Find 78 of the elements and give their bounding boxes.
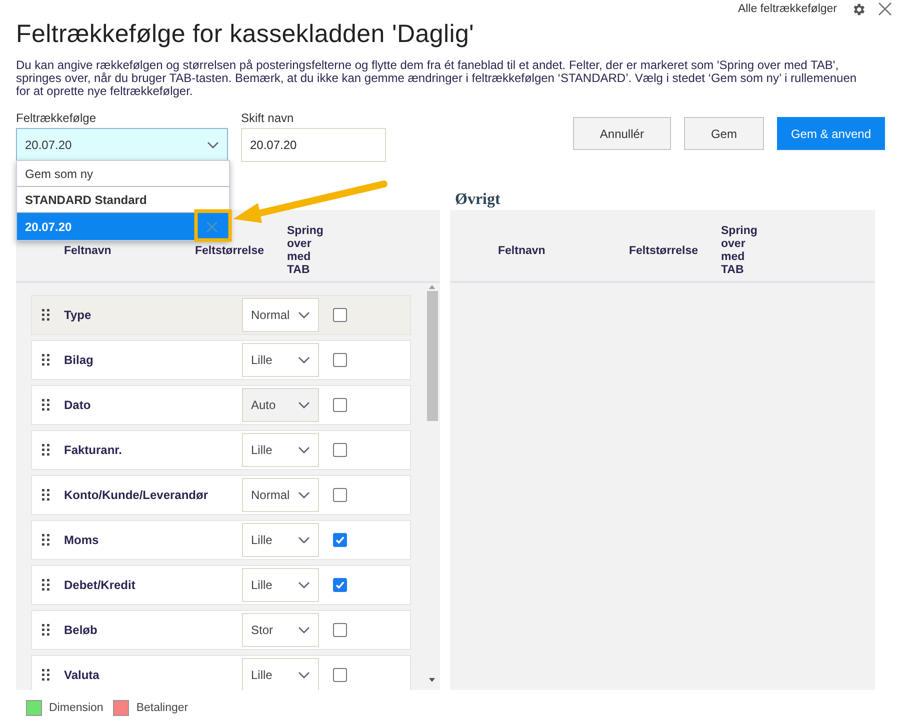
chevron-icon	[298, 446, 310, 454]
column-header: Spring over med TAB	[721, 224, 758, 276]
field-name: Bilag	[64, 353, 94, 367]
skip-tab-checkbox[interactable]	[333, 623, 347, 637]
skip-tab-checkbox[interactable]	[333, 578, 347, 592]
size-dropdown[interactable]: Lille	[242, 523, 319, 557]
settings-icon[interactable]	[851, 2, 866, 16]
chevron-icon	[298, 311, 310, 319]
field-name: Debet/Kredit	[64, 578, 136, 592]
field-row[interactable]: Konto/Kunde/Leverandør Normal	[31, 475, 411, 515]
skip-tab-checkbox[interactable]	[333, 398, 347, 412]
legend-label: Betalinger	[136, 702, 188, 714]
size-dropdown[interactable]: Normal	[242, 298, 319, 332]
column-header: Feltstørrelse	[629, 244, 700, 256]
size-dropdown[interactable]: Lille	[242, 343, 319, 377]
column-header: Feltnavn	[497, 244, 546, 256]
column-header: Feltnavn	[63, 244, 112, 256]
chevron-icon	[298, 401, 310, 409]
field-label: Feltrækkefølge	[16, 111, 98, 125]
size-dropdown[interactable]: Lille	[242, 568, 319, 602]
description-text: Du kan angive rækkefølgen og størrelsen på posteringsfelterne og flytte dem fra ét faneblad til et andet. Felter, der er markeret som 'Spring over med TAB', springes over, når du bruger TAB-tasten. Bemærk, at du ikke kan gemme ændringer i feltrækkefølgen ‘STANDARD’. Vælg i stedet ‘Gem som ny’ i rullemenuen for at oprette nye feltrækkefølger.	[16, 59, 858, 98]
size-dropdown[interactable]: Stor	[242, 613, 319, 647]
action-button[interactable]: Annullér	[572, 117, 671, 150]
chevron-icon	[298, 671, 310, 679]
column-header: Feltstørrelse	[195, 244, 266, 256]
field-name: Fakturanr.	[64, 443, 124, 457]
name-field[interactable]: 20.07.20	[241, 128, 386, 162]
skip-tab-checkbox[interactable]	[333, 308, 347, 322]
drag-handle-icon[interactable]	[42, 669, 50, 681]
column-header: Spring over med TAB	[287, 224, 324, 276]
layout-dropdown[interactable]: 20.07.20	[16, 128, 228, 162]
chevron-icon	[298, 581, 310, 589]
size-dropdown[interactable]: Lille	[242, 433, 319, 467]
field-name: Beløb	[64, 623, 98, 637]
field-row[interactable]: Type Normal	[31, 295, 411, 335]
field-name: Valuta	[64, 668, 100, 682]
drag-handle-icon[interactable]	[42, 579, 50, 591]
chevron-icon	[298, 491, 310, 499]
chevron-icon	[298, 356, 310, 364]
skip-tab-checkbox[interactable]	[333, 488, 347, 502]
drag-handle-icon[interactable]	[42, 309, 50, 321]
field-name: Moms	[64, 533, 100, 547]
skip-tab-checkbox[interactable]	[333, 443, 347, 457]
drag-handle-icon[interactable]	[42, 444, 50, 456]
menu-item[interactable]: 20.07.20	[17, 213, 229, 240]
field-row[interactable]: Dato Auto	[31, 385, 411, 425]
skip-tab-checkbox[interactable]	[333, 533, 347, 547]
field-row[interactable]: Debet/Kredit Lille	[31, 565, 411, 605]
field-row[interactable]: Moms Lille	[31, 520, 411, 560]
skip-tab-checkbox[interactable]	[333, 353, 347, 367]
chevron-icon	[207, 141, 219, 149]
field-row[interactable]: Bilag Lille	[31, 340, 411, 380]
legend-label: Dimension	[49, 702, 104, 714]
dialog-title: Feltrækkefølge for kassekladden 'Daglig'	[16, 19, 476, 50]
action-button[interactable]: Gem	[684, 117, 764, 150]
drag-handle-icon[interactable]	[42, 399, 50, 411]
skip-tab-checkbox[interactable]	[333, 668, 347, 682]
close-icon[interactable]	[878, 2, 892, 16]
field-row[interactable]: Beløb Stor	[31, 610, 411, 650]
apply-button[interactable]: Gem & anvend	[776, 117, 885, 150]
menu-item[interactable]: Gem som ny	[17, 161, 229, 187]
chevron-icon	[298, 626, 310, 634]
field-name: Konto/Kunde/Leverandør	[64, 488, 210, 502]
drag-handle-icon[interactable]	[42, 534, 50, 546]
panel-title: Øvrigt	[455, 191, 502, 209]
field-name: Type	[64, 308, 92, 322]
drag-handle-icon[interactable]	[42, 354, 50, 366]
size-dropdown[interactable]: Normal	[242, 478, 319, 512]
drag-handle-icon[interactable]	[42, 624, 50, 636]
field-label: Skift navn	[241, 111, 295, 125]
field-row[interactable]: Fakturanr. Lille	[31, 430, 411, 470]
field-row[interactable]: Valuta Lille	[31, 655, 411, 690]
highlight-frame	[194, 209, 232, 242]
size-dropdown[interactable]: Lille	[242, 658, 319, 690]
chevron-icon	[298, 536, 310, 544]
field-name: Dato	[64, 398, 92, 412]
all-layouts-link[interactable]: Alle feltrækkefølger	[738, 3, 837, 15]
drag-handle-icon[interactable]	[42, 489, 50, 501]
